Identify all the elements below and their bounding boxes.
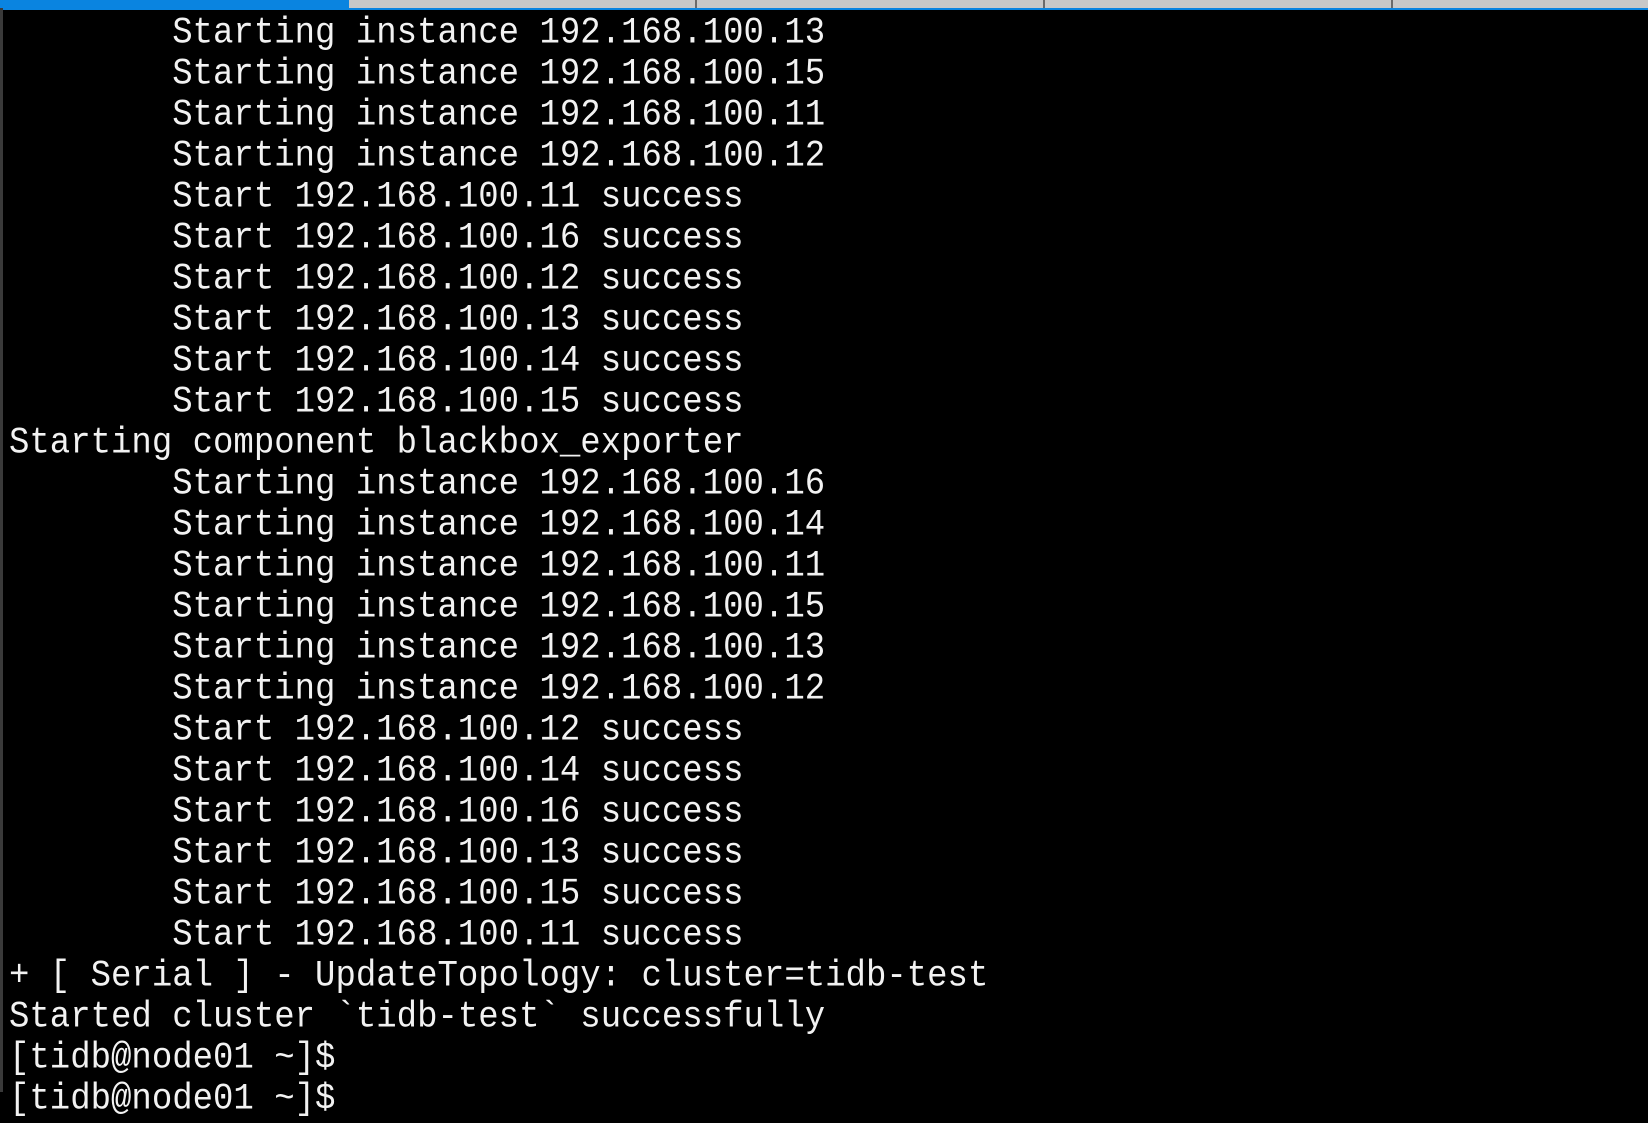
- terminal-line: Starting instance 192.168.100.11: [9, 546, 826, 588]
- terminal-line: Start 192.168.100.11 success: [9, 915, 744, 957]
- terminal-line: Starting instance 192.168.100.14: [9, 505, 826, 547]
- active-tab-underline: [0, 8, 1648, 10]
- terminal-line: Start 192.168.100.16 success: [9, 218, 744, 260]
- terminal-line: Starting instance 192.168.100.12: [9, 136, 826, 178]
- tab-bar: [0, 0, 1648, 8]
- terminal-output[interactable]: Starting instance 192.168.100.13 Startin…: [9, 13, 1648, 1121]
- terminal-line: + [ Serial ] - UpdateTopology: cluster=t…: [9, 956, 989, 998]
- terminal-line: Starting instance 192.168.100.15: [9, 54, 826, 96]
- terminal-line: Start 192.168.100.16 success: [9, 792, 744, 834]
- terminal-line: Start 192.168.100.15 success: [9, 382, 744, 424]
- terminal-line: Start 192.168.100.13 success: [9, 833, 744, 875]
- terminal-line: Start 192.168.100.14 success: [9, 751, 744, 793]
- tab-3[interactable]: [697, 0, 1045, 8]
- terminal-line: Started cluster `tidb-test` successfully: [9, 997, 826, 1039]
- terminal-line: Start 192.168.100.14 success: [9, 341, 744, 383]
- tab-2[interactable]: [349, 0, 697, 8]
- terminal-line: [tidb@node01 ~]$: [9, 1079, 336, 1121]
- terminal-line: Start 192.168.100.13 success: [9, 300, 744, 342]
- terminal-line: Starting instance 192.168.100.13: [9, 628, 826, 670]
- terminal-line: Starting instance 192.168.100.15: [9, 587, 826, 629]
- window-border: [0, 8, 3, 1092]
- terminal-line: Starting instance 192.168.100.11: [9, 95, 826, 137]
- terminal-line: Starting instance 192.168.100.13: [9, 13, 826, 55]
- tab-4[interactable]: [1045, 0, 1393, 8]
- tab-5[interactable]: [1393, 0, 1648, 8]
- tab-1-active[interactable]: [0, 0, 349, 8]
- terminal-line: Starting instance 192.168.100.12: [9, 669, 826, 711]
- terminal-line: Start 192.168.100.15 success: [9, 874, 744, 916]
- terminal-line: [tidb@node01 ~]$: [9, 1038, 336, 1080]
- terminal-line: Start 192.168.100.11 success: [9, 177, 744, 219]
- terminal-line: Start 192.168.100.12 success: [9, 710, 744, 752]
- terminal-line: Starting component blackbox_exporter: [9, 423, 744, 465]
- terminal-line: Starting instance 192.168.100.16: [9, 464, 826, 506]
- terminal-line: Start 192.168.100.12 success: [9, 259, 744, 301]
